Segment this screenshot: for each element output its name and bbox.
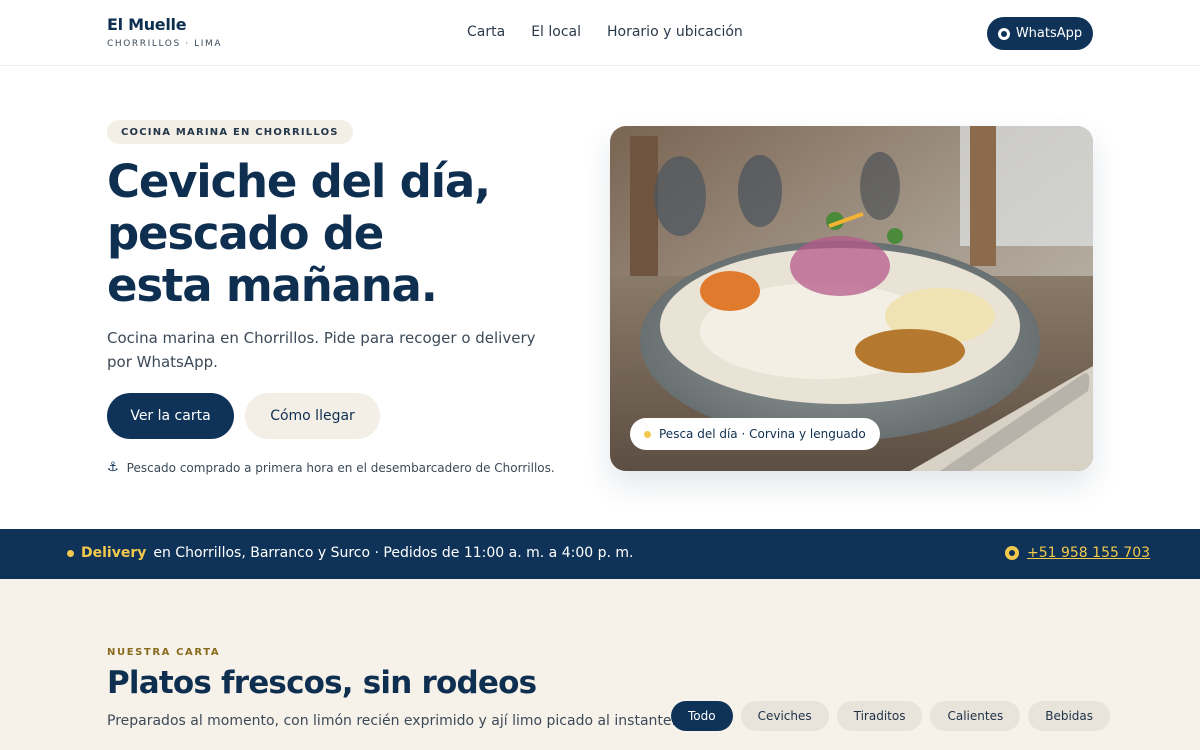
hero-title-line-3: esta mañana.: [107, 259, 438, 312]
brand-logo[interactable]: El Muelle CHORRILLOS · LIMA: [107, 15, 222, 49]
brand-name: El Muelle: [107, 15, 187, 34]
hero-title-line-1: Ceviche del día,: [107, 155, 491, 208]
catch-of-the-day-text: Pesca del día · Corvina y lenguado: [659, 427, 866, 441]
hero-description: Cocina marina en Chorrillos. Pide para r…: [107, 329, 536, 371]
filter-todo[interactable]: Todo: [671, 701, 733, 731]
main-nav: Carta El local Horario y ubicación: [467, 24, 743, 40]
hero-image-card: Pesca del día · Corvina y lenguado: [610, 126, 1093, 471]
hero-title: Ceviche del día, pescado de esta mañana.: [107, 156, 567, 312]
view-menu-button[interactable]: Ver la carta: [107, 393, 234, 439]
phone-link[interactable]: +51 958 155 703: [1027, 545, 1150, 561]
filter-tiraditos[interactable]: Tiraditos: [836, 701, 923, 731]
delivery-text: en Chorrillos, Barranco y Surco · Pedido…: [153, 545, 634, 561]
menu-title: Platos frescos, sin rodeos: [107, 665, 537, 701]
delivery-banner: Delivery en Chorrillos, Barranco y Surco…: [0, 529, 1200, 579]
nav-link-el-local[interactable]: El local: [531, 24, 581, 40]
site-header: El Muelle CHORRILLOS · LIMA Carta El loc…: [0, 0, 1200, 66]
nav-link-horario[interactable]: Horario y ubicación: [607, 24, 743, 40]
whatsapp-icon: [997, 27, 1010, 40]
hero-title-line-2: pescado de: [107, 207, 384, 260]
whatsapp-button[interactable]: WhatsApp: [987, 17, 1093, 50]
menu-filters: Todo Ceviches Tiraditos Calientes Bebida…: [671, 701, 1111, 731]
delivery-highlight: Delivery: [81, 545, 147, 561]
filter-bebidas[interactable]: Bebidas: [1028, 701, 1111, 731]
catch-of-the-day-pill: Pesca del día · Corvina y lenguado: [630, 418, 880, 450]
hero-note-text: Pescado comprado a primera hora en el de…: [126, 460, 555, 475]
whatsapp-phone-icon: [1005, 546, 1019, 560]
whatsapp-button-label: WhatsApp: [1015, 26, 1083, 41]
status-dot-icon: [644, 430, 651, 438]
anchor-icon: ⚓: [107, 460, 119, 475]
brand-location: CHORRILLOS · LIMA: [107, 39, 223, 49]
filter-ceviches[interactable]: Ceviches: [740, 701, 829, 731]
phone-contact[interactable]: +51 958 155 703: [1005, 545, 1150, 561]
hero-note: ⚓ Pescado comprado a primera hora en el …: [107, 460, 555, 475]
hero-badge: COCINA MARINA EN CHORRILLOS: [107, 120, 353, 144]
menu-description: Preparados al momento, con limón recién …: [107, 713, 676, 729]
filter-calientes[interactable]: Calientes: [930, 701, 1021, 731]
menu-section: NUESTRA CARTA Platos frescos, sin rodeos…: [0, 579, 1200, 750]
delivery-info: Delivery en Chorrillos, Barranco y Surco…: [67, 545, 633, 561]
delivery-dot-icon: [67, 549, 74, 557]
nav-link-carta[interactable]: Carta: [467, 24, 505, 40]
menu-kicker: NUESTRA CARTA: [107, 647, 221, 658]
directions-button[interactable]: Cómo llegar: [245, 393, 380, 439]
